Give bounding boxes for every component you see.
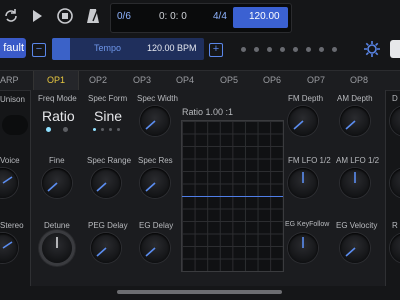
- freq-mode-label: Freq Mode: [38, 94, 77, 103]
- eg-velocity-knob[interactable]: [340, 233, 370, 263]
- spec-form-dot-active[interactable]: [93, 128, 96, 131]
- song-position: 0/6: [117, 11, 131, 22]
- tab-op1[interactable]: OP1: [47, 75, 65, 85]
- tab-op7[interactable]: OP7: [307, 75, 325, 85]
- page-dot[interactable]: [241, 47, 246, 52]
- peg-delay-knob[interactable]: [91, 233, 121, 263]
- eg-keyfollow-label: EG KeyFollow: [285, 221, 330, 228]
- stereo-knob[interactable]: [0, 233, 18, 263]
- am-lfo-knob[interactable]: [340, 168, 370, 198]
- eg-delay-label: EG Delay: [139, 221, 174, 230]
- tab-op6[interactable]: OP6: [263, 75, 281, 85]
- tab-op5[interactable]: OP5: [220, 75, 238, 85]
- tempo-readout: 120.00: [249, 11, 280, 22]
- side-panel-handle[interactable]: [390, 40, 400, 58]
- right-column-label-bottom: R: [392, 221, 398, 230]
- eg-delay-knob[interactable]: [140, 233, 170, 263]
- detune-knob[interactable]: [42, 233, 72, 263]
- home-indicator[interactable]: [117, 290, 282, 294]
- page-dot[interactable]: [267, 47, 272, 52]
- unison-label: Unison: [0, 95, 25, 104]
- tab-op3[interactable]: OP3: [133, 75, 151, 85]
- transport-display: 0/6 0: 0: 0 4/4 120.00: [110, 3, 292, 33]
- spec-range-knob[interactable]: [91, 168, 121, 198]
- eg-velocity-label: EG Velocity: [336, 221, 378, 230]
- play-icon[interactable]: [28, 7, 46, 25]
- tempo-slider-value: 120.00 BPM: [147, 43, 197, 53]
- unison-toggle[interactable]: [2, 115, 28, 135]
- spec-form-dot[interactable]: [109, 128, 112, 131]
- spec-form-dot[interactable]: [117, 128, 120, 131]
- time-readout: 0: 0: 0: [159, 11, 187, 22]
- tab-op4[interactable]: OP4: [176, 75, 194, 85]
- tempo-slider-fill: [52, 38, 70, 60]
- tab-arp[interactable]: ARP: [0, 75, 19, 85]
- page-dot[interactable]: [306, 47, 311, 52]
- voice-knob[interactable]: [0, 168, 18, 198]
- spec-res-label: Spec Res: [138, 156, 173, 165]
- ratio-label: Ratio 1.00 :1: [182, 107, 234, 117]
- page-dot[interactable]: [293, 47, 298, 52]
- envelope-line: [182, 196, 283, 197]
- tempo-plus-button[interactable]: +: [209, 43, 223, 57]
- spec-range-label: Spec Range: [87, 156, 132, 165]
- right-column-knob[interactable]: [390, 233, 400, 263]
- peg-delay-label: PEG Delay: [88, 221, 128, 230]
- fine-knob[interactable]: [42, 168, 72, 198]
- page-dot[interactable]: [332, 47, 337, 52]
- page-dot[interactable]: [254, 47, 259, 52]
- detune-label: Detune: [44, 221, 70, 230]
- fm-depth-knob[interactable]: [288, 106, 318, 136]
- page-dot[interactable]: [280, 47, 285, 52]
- tab-op8[interactable]: OP8: [350, 75, 368, 85]
- freq-mode-dot-active[interactable]: [46, 127, 51, 132]
- fine-label: Fine: [49, 156, 65, 165]
- fm-depth-label: FM Depth: [288, 94, 324, 103]
- loop-icon[interactable]: [2, 7, 20, 25]
- am-depth-knob[interactable]: [340, 106, 370, 136]
- right-column-knob[interactable]: [390, 106, 400, 136]
- operator-tabs: ARP OP1 OP2 OP3 OP4 OP5 OP6 OP7 OP8: [0, 70, 400, 91]
- spec-form-value[interactable]: Sine: [94, 108, 122, 124]
- right-column-knob[interactable]: [390, 168, 400, 198]
- am-depth-label: AM Depth: [337, 94, 373, 103]
- settings-gear-icon[interactable]: [364, 41, 380, 57]
- metronome-icon[interactable]: [84, 7, 102, 25]
- right-column-label-top: D: [392, 94, 398, 103]
- tempo-slider-label: Tempo: [94, 43, 122, 53]
- spec-width-knob[interactable]: [140, 106, 170, 136]
- fm-lfo-knob[interactable]: [288, 168, 318, 198]
- spec-width-label: Spec Width: [137, 94, 178, 103]
- am-lfo-label: AM LFO 1/2: [336, 156, 380, 165]
- tempo-slider[interactable]: Tempo 120.00 BPM: [52, 38, 204, 60]
- freq-mode-dot[interactable]: [63, 127, 68, 132]
- spec-form-dot[interactable]: [101, 128, 104, 131]
- freq-mode-value[interactable]: Ratio: [42, 108, 75, 124]
- meter-readout: 4/4: [213, 11, 227, 22]
- tempo-minus-button[interactable]: −: [32, 43, 46, 57]
- spec-form-label: Spec Form: [88, 94, 128, 103]
- ratio-envelope-grid[interactable]: [181, 120, 284, 272]
- spec-res-knob[interactable]: [140, 168, 170, 198]
- page-dot[interactable]: [319, 47, 324, 52]
- eg-keyfollow-knob[interactable]: [288, 233, 318, 263]
- tab-op2[interactable]: OP2: [89, 75, 107, 85]
- fm-lfo-label: FM LFO 1/2: [288, 156, 331, 165]
- stereo-label: Stereo: [0, 221, 24, 230]
- voice-label: Voice: [0, 156, 20, 165]
- preset-button[interactable]: fault: [0, 38, 26, 58]
- stop-icon[interactable]: [56, 7, 74, 25]
